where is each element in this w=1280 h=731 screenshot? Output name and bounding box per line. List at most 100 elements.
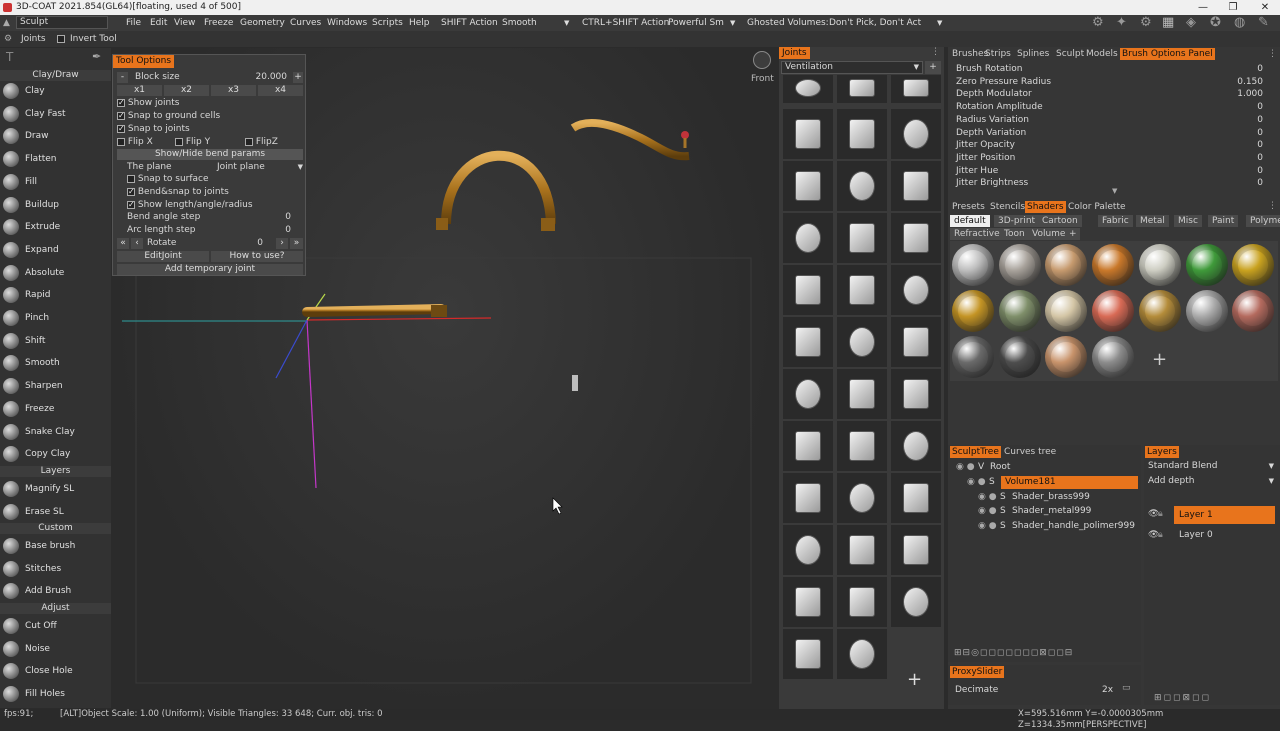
tool-base-brush[interactable]: Base brush bbox=[0, 535, 111, 557]
visibility-eye-icon[interactable]: ◉ ● bbox=[978, 492, 997, 502]
shader-ball[interactable] bbox=[952, 290, 994, 332]
menu-dots-icon[interactable]: ⋮ bbox=[1268, 201, 1277, 211]
joint-thumbnail[interactable] bbox=[891, 213, 941, 263]
shader-ball[interactable] bbox=[1185, 290, 1228, 332]
tree-node-shader-brass999[interactable]: Shader_brass999 bbox=[1012, 492, 1090, 502]
add-shader-icon[interactable]: + bbox=[1152, 349, 1167, 370]
menu-scripts[interactable]: Scripts bbox=[372, 15, 403, 31]
tool-snake-clay[interactable]: Snake Clay bbox=[0, 421, 111, 443]
joint-thumbnail[interactable] bbox=[837, 161, 887, 211]
show-hide-bend-button[interactable]: Show/Hide bend params bbox=[117, 149, 303, 160]
tool-flatten[interactable]: Flatten bbox=[0, 148, 111, 170]
section-custom[interactable]: Custom bbox=[0, 523, 111, 534]
joint-thumbnail[interactable] bbox=[891, 75, 941, 103]
brush-icon[interactable]: ✎ bbox=[1258, 15, 1269, 31]
chevron-down-icon[interactable]: ▼ bbox=[298, 161, 303, 173]
tab-brush-options-panel[interactable]: Brush Options Panel bbox=[1120, 48, 1215, 60]
tool-cut-off[interactable]: Cut Off bbox=[0, 615, 111, 637]
bend-angle-field[interactable]: Bend angle step 0 bbox=[127, 211, 297, 223]
tool-extrude[interactable]: Extrude bbox=[0, 216, 111, 238]
tab-splines[interactable]: Splines bbox=[1015, 48, 1051, 60]
section-layers[interactable]: Layers bbox=[0, 466, 111, 477]
menu-windows[interactable]: Windows bbox=[327, 15, 367, 31]
tool-expand[interactable]: Expand bbox=[0, 239, 111, 261]
menu-view[interactable]: View bbox=[174, 15, 195, 31]
ghosted-select[interactable]: Don't Pick, Don't Act bbox=[829, 15, 921, 31]
plane-select[interactable]: Joint plane bbox=[217, 161, 265, 173]
shader-ball[interactable] bbox=[1092, 336, 1135, 378]
tab-layers[interactable]: Layers bbox=[1145, 446, 1179, 458]
add-subtab-icon[interactable]: + bbox=[1066, 228, 1080, 240]
multiplier-x2-button[interactable]: x2 bbox=[164, 85, 209, 96]
chevron-down-icon[interactable]: ▼ bbox=[564, 15, 569, 31]
layer-toolbar-icons[interactable]: ⊞◻◻⊠◻◻ bbox=[1154, 693, 1211, 703]
tool-options-header[interactable]: Tool Options bbox=[113, 55, 175, 68]
how-to-use-button[interactable]: How to use? bbox=[211, 251, 303, 262]
tab-shaders[interactable]: Shaders bbox=[1025, 201, 1066, 213]
joint-thumbnail[interactable] bbox=[837, 109, 887, 159]
grid-icon[interactable]: ▦ bbox=[1162, 15, 1174, 31]
joint-thumbnail[interactable] bbox=[783, 369, 833, 419]
tree-node-shader-handle-polimer999[interactable]: Shader_handle_polimer999 bbox=[1012, 521, 1135, 531]
tool-absolute[interactable]: Absolute bbox=[0, 262, 111, 284]
maximize-icon[interactable]: ❐ bbox=[1218, 0, 1248, 15]
joint-thumbnail[interactable] bbox=[783, 265, 833, 315]
shader-ball[interactable] bbox=[1138, 244, 1181, 286]
param-zero-pressure-radius[interactable]: Zero Pressure Radius 0.150 bbox=[956, 76, 1271, 88]
joint-category-select[interactable]: Ventilation ▼ bbox=[781, 61, 923, 74]
multiplier-x4-button[interactable]: x4 bbox=[258, 85, 303, 96]
menu-edit[interactable]: Edit bbox=[150, 15, 167, 31]
close-icon[interactable]: ✕ bbox=[1250, 0, 1280, 15]
subtab-cartoon[interactable]: Cartoon bbox=[1038, 215, 1082, 227]
shader-ball[interactable] bbox=[1232, 244, 1275, 286]
joint-thumbnail[interactable] bbox=[837, 75, 887, 103]
joint-thumbnail[interactable] bbox=[837, 629, 887, 679]
shader-ball[interactable] bbox=[1092, 244, 1135, 286]
subtab-volume[interactable]: Volume bbox=[1028, 228, 1070, 240]
joint-thumbnail[interactable] bbox=[891, 369, 941, 419]
shader-ball[interactable] bbox=[1138, 290, 1181, 332]
param-jitter-brightness[interactable]: Jitter Brightness 0 bbox=[956, 177, 1271, 189]
gear-icon[interactable]: ⚙ bbox=[1092, 15, 1104, 31]
shader-ball[interactable] bbox=[952, 336, 994, 378]
shift-action-select[interactable]: Smooth bbox=[502, 15, 537, 31]
tool-buildup[interactable]: Buildup bbox=[0, 194, 111, 216]
multiplier-x1-button[interactable]: x1 bbox=[117, 85, 162, 96]
shader-ball[interactable] bbox=[952, 244, 994, 286]
joint-thumbnail[interactable] bbox=[783, 109, 833, 159]
joint-thumbnail[interactable] bbox=[891, 525, 941, 575]
layer-item-active[interactable]: Layer 1 bbox=[1174, 506, 1275, 524]
param-jitter-position[interactable]: Jitter Position 0 bbox=[956, 152, 1271, 164]
tool-clay-fast[interactable]: Clay Fast bbox=[0, 103, 111, 125]
rotate-left-button[interactable]: ‹ bbox=[131, 238, 143, 249]
tree-node-shader-metal999[interactable]: Shader_metal999 bbox=[1012, 506, 1091, 516]
tab-sculpt-tree[interactable]: SculptTree bbox=[950, 446, 1001, 458]
shader-ball[interactable] bbox=[998, 244, 1041, 286]
multiplier-x3-button[interactable]: x3 bbox=[211, 85, 256, 96]
tool-clay[interactable]: Clay bbox=[0, 80, 111, 102]
shader-ball[interactable] bbox=[1092, 290, 1135, 332]
add-temp-joint-button[interactable]: Add temporary joint bbox=[117, 264, 303, 275]
tab-models[interactable]: Models bbox=[1084, 48, 1120, 60]
snap-joints-checkbox[interactable] bbox=[117, 123, 125, 135]
joint-thumbnail[interactable] bbox=[783, 317, 833, 367]
menu-freeze[interactable]: Freeze bbox=[204, 15, 233, 31]
tab-proxy-slider[interactable]: ProxySlider bbox=[950, 666, 1005, 678]
tool-copy-clay[interactable]: Copy Clay bbox=[0, 443, 111, 465]
joint-thumbnail[interactable] bbox=[837, 213, 887, 263]
joint-thumbnail[interactable] bbox=[837, 421, 887, 471]
menu-curves[interactable]: Curves bbox=[290, 15, 321, 31]
joint-thumbnail[interactable] bbox=[891, 109, 941, 159]
tool-draw[interactable]: Draw bbox=[0, 125, 111, 147]
joint-thumbnail[interactable] bbox=[837, 525, 887, 575]
snap-surface-checkbox[interactable] bbox=[127, 174, 135, 183]
tool-sharpen[interactable]: Sharpen bbox=[0, 375, 111, 397]
joint-thumbnail[interactable] bbox=[891, 161, 941, 211]
joint-thumbnail[interactable] bbox=[837, 369, 887, 419]
tab-color-palette[interactable]: Color Palette bbox=[1066, 201, 1128, 213]
lock-icon[interactable]: 🔒︎ bbox=[1158, 509, 1163, 519]
tool-fill-holes[interactable]: Fill Holes bbox=[0, 683, 111, 705]
param-radius-variation[interactable]: Radius Variation 0 bbox=[956, 114, 1271, 126]
joint-thumbnail[interactable] bbox=[783, 629, 833, 679]
joint-thumbnail[interactable] bbox=[783, 421, 833, 471]
